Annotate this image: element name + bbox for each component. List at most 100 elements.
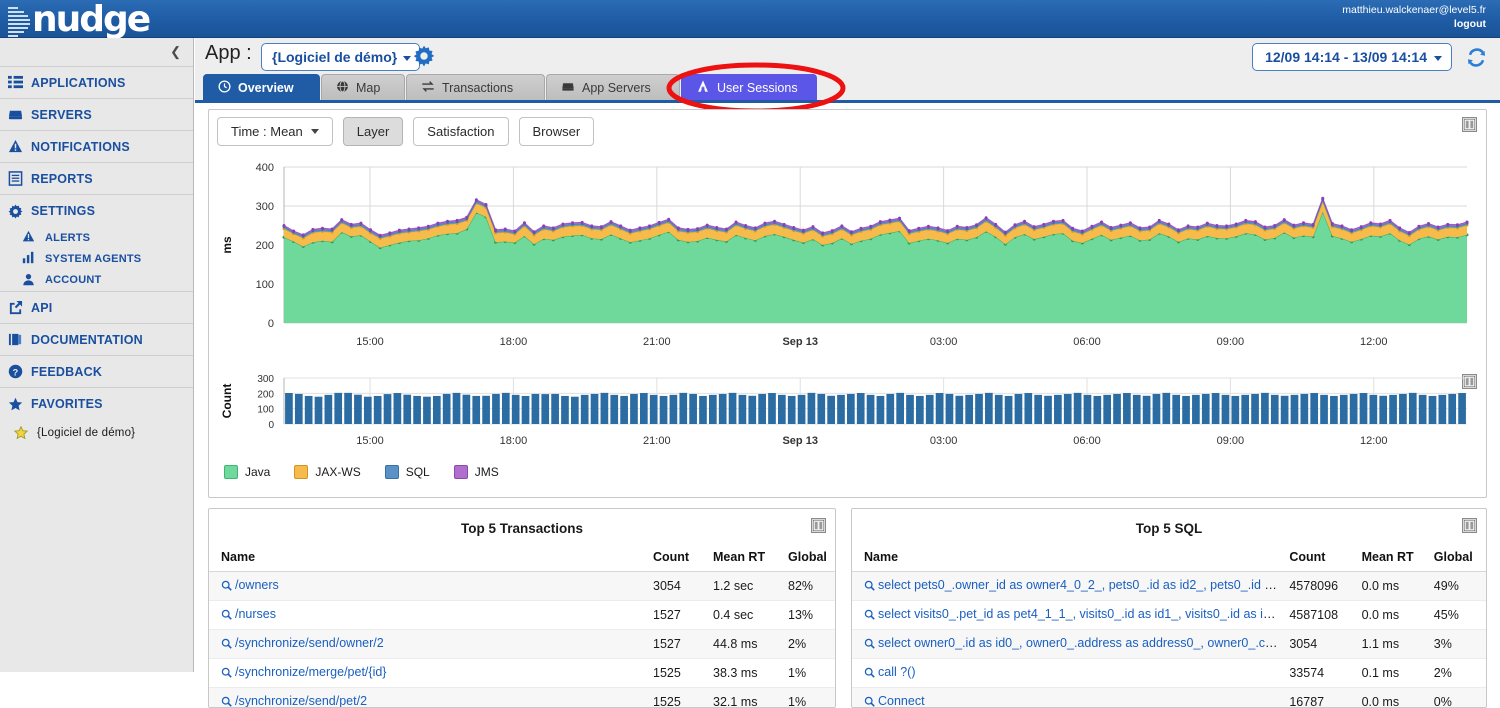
cell-name[interactable]: select pets0_.owner_id as owner4_0_2_, p…: [852, 572, 1285, 601]
chart-legend: Java JAX-WS SQL JMS: [224, 465, 499, 479]
magnifier-icon: [864, 696, 875, 708]
cell-name[interactable]: select owner0_.id as id0_, owner0_.addre…: [852, 630, 1285, 659]
legend-swatch: [224, 465, 238, 479]
cell-name[interactable]: /synchronize/send/owner/2: [209, 630, 649, 659]
table-row[interactable]: /synchronize/merge/pet/{id}152538.3 ms1%: [209, 659, 836, 688]
satisfaction-label: Satisfaction: [427, 124, 494, 139]
legend-item-sql[interactable]: SQL: [385, 465, 430, 479]
sidebar-item-favorites[interactable]: FAVORITES: [0, 388, 193, 420]
cell-global: 0%: [1430, 688, 1486, 708]
session-count-bar-chart[interactable]: 010020030015:0018:0021:00Sep 1303:0006:0…: [209, 372, 1488, 462]
sidebar-item-settings[interactable]: SETTINGS: [0, 195, 193, 227]
sidebar-collapse-button[interactable]: ❮: [0, 38, 193, 67]
table-row[interactable]: select pets0_.owner_id as owner4_0_2_, p…: [852, 572, 1486, 601]
sidebar-item-reports[interactable]: REPORTS: [0, 163, 193, 195]
table-row[interactable]: /nurses15270.4 sec13%: [209, 601, 836, 630]
tab-underline: [195, 100, 1500, 103]
cell-global: 82%: [784, 572, 836, 601]
sidebar-item-notifications[interactable]: NOTIFICATIONS: [0, 131, 193, 163]
col-name: Name: [852, 546, 1285, 572]
cell-mean-rt: 1.2 sec: [709, 572, 784, 601]
refresh-button[interactable]: [1465, 46, 1488, 74]
table-row[interactable]: /owners 30541.2 sec82%: [209, 572, 836, 601]
table-row[interactable]: /synchronize/send/owner/2152744.8 ms2%: [209, 630, 836, 659]
layer-button[interactable]: Layer: [343, 117, 404, 146]
tab-app-servers[interactable]: App Servers: [546, 74, 680, 100]
svg-text:0: 0: [268, 420, 274, 431]
app-settings-gear-button[interactable]: [413, 45, 435, 72]
tab-transactions[interactable]: Transactions: [406, 74, 545, 100]
clock-icon: [218, 80, 231, 96]
logout-link[interactable]: logout: [1342, 17, 1486, 31]
grid-table-icon-sql[interactable]: [1462, 518, 1477, 533]
browser-button[interactable]: Browser: [519, 117, 595, 146]
tab-label: User Sessions: [717, 81, 798, 95]
cell-mean-rt: 0.0 ms: [1358, 601, 1430, 630]
sidebar-item-documentation[interactable]: DOCUMENTATION: [0, 324, 193, 356]
tab-overview[interactable]: Overview: [203, 74, 320, 100]
grid-table-icon-main-chart[interactable]: [1462, 117, 1477, 132]
chevron-down-icon: [403, 56, 411, 61]
sidebar-item-system-agents[interactable]: SYSTEM AGENTS: [0, 248, 193, 269]
legend-item-jms[interactable]: JMS: [454, 465, 499, 479]
sidebar-item-favorite-app[interactable]: {Logiciel de démo}: [0, 420, 193, 446]
sidebar-item-servers[interactable]: SERVERS: [0, 99, 193, 131]
svg-text:06:00: 06:00: [1073, 336, 1101, 348]
app-dropdown[interactable]: {Logiciel de démo}: [261, 43, 420, 71]
table-row[interactable]: Connect167870.0 ms0%: [852, 688, 1486, 708]
sidebar-item-applications[interactable]: APPLICATIONS: [0, 67, 193, 99]
app-selector-row: App : {Logiciel de démo} 12/09 14:14 - 1…: [195, 38, 1500, 74]
satisfaction-button[interactable]: Satisfaction: [413, 117, 508, 146]
tab-user-sessions[interactable]: User Sessions: [681, 74, 817, 100]
cell-mean-rt: 0.0 ms: [1358, 572, 1430, 601]
svg-text:Sep 13: Sep 13: [782, 336, 817, 348]
svg-text:12:00: 12:00: [1360, 336, 1388, 348]
response-time-area-chart[interactable]: 010020030040015:0018:0021:00Sep 1303:000…: [209, 155, 1488, 370]
top-transactions-panel: Top 5 Transactions Name Count Mean RT Gl…: [208, 508, 836, 708]
table-header-row: Name Count Mean RT Global: [852, 546, 1486, 572]
tab-label: Transactions: [442, 81, 513, 95]
cell-name[interactable]: /synchronize/merge/pet/{id}: [209, 659, 649, 688]
cell-global: 2%: [784, 630, 836, 659]
sql-table: Name Count Mean RT Global select pets0_.…: [852, 546, 1486, 708]
sidebar-item-feedback[interactable]: ? FEEDBACK: [0, 356, 193, 388]
cell-mean-rt: 32.1 ms: [709, 688, 784, 708]
app-logo[interactable]: nudge: [6, 2, 186, 36]
transactions-table: Name Count Mean RT Global /owners30541.2…: [209, 546, 836, 708]
cell-name[interactable]: select visits0_.pet_id as pet4_1_1_, vis…: [852, 601, 1285, 630]
sidebar-item-api[interactable]: API: [0, 292, 193, 324]
legend-item-jaxws[interactable]: JAX-WS: [294, 465, 360, 479]
external-link-icon: [8, 300, 23, 315]
row-name-text: select pets0_.owner_id as owner4_0_2_, p…: [878, 578, 1285, 592]
legend-label: Java: [245, 465, 270, 479]
time-metric-dropdown[interactable]: Time : Mean: [217, 117, 333, 146]
row-name-text: /synchronize/send/pet/2: [235, 694, 367, 708]
date-range-picker[interactable]: 12/09 14:14 - 13/09 14:14: [1252, 43, 1452, 71]
cell-count: 1527: [649, 630, 709, 659]
svg-text:03:00: 03:00: [930, 435, 958, 447]
cell-name[interactable]: /synchronize/send/pet/2: [209, 688, 649, 708]
table-row[interactable]: /synchronize/send/pet/2152532.1 ms1%: [209, 688, 836, 708]
tab-map[interactable]: Map: [321, 74, 405, 100]
cell-name[interactable]: call ?(): [852, 659, 1285, 688]
cell-name[interactable]: /nurses: [209, 601, 649, 630]
cell-name[interactable]: Connect: [852, 688, 1285, 708]
table-row[interactable]: call ?()335740.1 ms2%: [852, 659, 1486, 688]
book-icon: [8, 332, 23, 347]
svg-text:09:00: 09:00: [1217, 435, 1245, 447]
reports-icon: [8, 171, 23, 186]
layer-label: Layer: [357, 124, 390, 139]
cell-name[interactable]: /owners: [209, 572, 649, 601]
main-content: App : {Logiciel de démo} 12/09 14:14 - 1…: [195, 38, 1500, 672]
sidebar-item-alerts[interactable]: ALERTS: [0, 227, 193, 248]
svg-text:18:00: 18:00: [500, 336, 528, 348]
table-row[interactable]: select visits0_.pet_id as pet4_1_1_, vis…: [852, 601, 1486, 630]
table-row[interactable]: select owner0_.id as id0_, owner0_.addre…: [852, 630, 1486, 659]
row-name-text: /owners: [235, 578, 279, 592]
cell-count: 3054: [649, 572, 709, 601]
grid-table-icon-transactions[interactable]: [811, 518, 826, 533]
legend-item-java[interactable]: Java: [224, 465, 270, 479]
svg-text:15:00: 15:00: [356, 435, 384, 447]
sidebar-item-label: FAVORITES: [31, 397, 103, 411]
sidebar-item-account[interactable]: ACCOUNT: [0, 269, 193, 292]
